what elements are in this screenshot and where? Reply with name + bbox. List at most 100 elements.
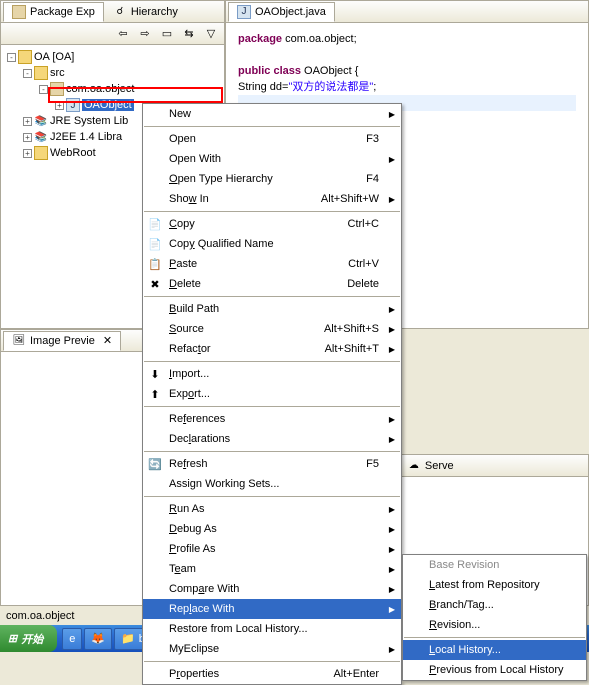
server-icon: ☁ xyxy=(407,459,421,473)
forward-button[interactable]: ⇨ xyxy=(136,25,154,43)
start-button[interactable]: ⊞ 开始 xyxy=(0,625,57,652)
menu-branch-tag[interactable]: Branch/Tag... xyxy=(403,595,586,615)
ie-icon: e xyxy=(69,633,75,645)
taskbar-item[interactable]: e xyxy=(62,628,82,650)
left-tabbar: Package Exp ☌ Hierarchy xyxy=(1,1,224,23)
paste-icon: 📋 xyxy=(147,256,163,272)
editor-tab[interactable]: J OAObject.java xyxy=(228,2,335,22)
tree-src[interactable]: - src xyxy=(3,65,222,81)
menu-copy[interactable]: 📄CopyCtrl+C xyxy=(143,214,401,234)
tree-project[interactable]: - OA [OA] xyxy=(3,49,222,65)
menu-import[interactable]: ⬇Import... xyxy=(143,364,401,384)
menu-myeclipse[interactable]: MyEclipse▶ xyxy=(143,639,401,659)
refresh-icon: 🔄 xyxy=(147,456,163,472)
close-icon[interactable]: ✕ xyxy=(103,334,112,347)
menu-export[interactable]: ⬆Export... xyxy=(143,384,401,404)
image-icon: 🖼 xyxy=(12,334,26,348)
menu-base-revision: Base Revision xyxy=(403,555,586,575)
code-line: public class OAObject { xyxy=(238,63,576,79)
menu-refresh[interactable]: 🔄RefreshF5 xyxy=(143,454,401,474)
tree-label: OAObject xyxy=(82,99,134,111)
tree-label: src xyxy=(50,67,65,79)
tab-servers[interactable]: ☁ Serve xyxy=(398,456,463,476)
package-icon xyxy=(50,82,64,96)
menu-restore-lh[interactable]: Restore from Local History... xyxy=(143,619,401,639)
folder-icon xyxy=(34,146,48,160)
menu-run-as[interactable]: Run As▶ xyxy=(143,499,401,519)
menu-compare-with[interactable]: Compare With▶ xyxy=(143,579,401,599)
src-folder-icon xyxy=(34,66,48,80)
menu-show-in[interactable]: Show InAlt+Shift+W▶ xyxy=(143,189,401,209)
menu-paste[interactable]: 📋PasteCtrl+V xyxy=(143,254,401,274)
taskbar-item[interactable]: 🦊 xyxy=(84,628,112,650)
link-button[interactable]: ⇆ xyxy=(180,25,198,43)
left-toolbar: ⇦ ⇨ ▭ ⇆ ▽ xyxy=(1,23,224,45)
menu-debug-as[interactable]: Debug As▶ xyxy=(143,519,401,539)
menu-open[interactable]: OpenF3 xyxy=(143,129,401,149)
tab-label: Serve xyxy=(425,460,454,472)
tab-label: Hierarchy xyxy=(131,6,178,18)
code-line: String dd="双方的说法都是"; xyxy=(238,79,576,95)
menu-assign-ws[interactable]: Assign Working Sets... xyxy=(143,474,401,494)
code-line xyxy=(238,47,576,63)
back-button[interactable]: ⇦ xyxy=(114,25,132,43)
menu-source[interactable]: SourceAlt+Shift+S▶ xyxy=(143,319,401,339)
library-icon: 📚 xyxy=(34,130,48,144)
java-file-icon: J xyxy=(237,5,251,19)
windows-logo-icon: ⊞ xyxy=(8,632,17,645)
tree-label: JRE System Lib xyxy=(50,115,128,127)
menu-profile-as[interactable]: Profile As▶ xyxy=(143,539,401,559)
export-icon: ⬆ xyxy=(147,386,163,402)
twisty-icon[interactable]: + xyxy=(55,101,64,110)
twisty-icon[interactable]: + xyxy=(23,149,32,158)
menu-open-with[interactable]: Open With▶ xyxy=(143,149,401,169)
menu-copy-qualified[interactable]: 📄Copy Qualified Name xyxy=(143,234,401,254)
twisty-icon[interactable]: + xyxy=(23,117,32,126)
java-file-icon: J xyxy=(66,98,80,112)
context-menu: New▶ OpenF3 Open With▶ Open Type Hierarc… xyxy=(142,103,402,685)
menu-delete[interactable]: ✖DeleteDelete xyxy=(143,274,401,294)
menu-properties[interactable]: PropertiesAlt+Enter xyxy=(143,664,401,684)
twisty-icon[interactable]: - xyxy=(23,69,32,78)
menu-prev-lh[interactable]: Previous from Local History xyxy=(403,660,586,680)
tab-label: Package Exp xyxy=(30,6,95,18)
library-icon: 📚 xyxy=(34,114,48,128)
package-icon xyxy=(12,5,26,19)
menu-new[interactable]: New▶ xyxy=(143,104,401,124)
menu-local-history[interactable]: Local History... xyxy=(403,640,586,660)
menu-build-path[interactable]: Build Path▶ xyxy=(143,299,401,319)
menu-revision[interactable]: Revision... xyxy=(403,615,586,635)
firefox-icon: 🦊 xyxy=(91,632,105,645)
twisty-icon[interactable]: + xyxy=(23,133,32,142)
tab-label: OAObject.java xyxy=(255,6,326,18)
twisty-icon[interactable]: - xyxy=(39,85,48,94)
tab-hierarchy[interactable]: ☌ Hierarchy xyxy=(104,2,187,22)
collapse-button[interactable]: ▭ xyxy=(158,25,176,43)
twisty-icon[interactable]: - xyxy=(7,53,16,62)
tree-label: J2EE 1.4 Libra xyxy=(50,131,122,143)
code-line: package com.oa.object; xyxy=(238,31,576,47)
delete-icon: ✖ xyxy=(147,276,163,292)
menu-open-type-hierarchy[interactable]: Open Type HierarchyF4 xyxy=(143,169,401,189)
menu-refactor[interactable]: RefactorAlt+Shift+T▶ xyxy=(143,339,401,359)
import-icon: ⬇ xyxy=(147,366,163,382)
hierarchy-icon: ☌ xyxy=(113,5,127,19)
menu-button[interactable]: ▽ xyxy=(202,25,220,43)
folder-icon: 📁 xyxy=(121,632,135,645)
project-icon xyxy=(18,50,32,64)
menu-declarations[interactable]: Declarations▶ xyxy=(143,429,401,449)
copy-icon: 📄 xyxy=(147,236,163,252)
menu-team[interactable]: Team▶ xyxy=(143,559,401,579)
status-text: com.oa.object xyxy=(6,610,74,622)
menu-references[interactable]: References▶ xyxy=(143,409,401,429)
tree-label: com.oa.object xyxy=(66,83,134,95)
tab-image-preview[interactable]: 🖼 Image Previe ✕ xyxy=(3,331,121,351)
tree-package[interactable]: - com.oa.object xyxy=(3,81,222,97)
tab-label: Image Previe xyxy=(30,335,95,347)
replace-with-submenu: Base Revision Latest from Repository Bra… xyxy=(402,554,587,681)
menu-replace-with[interactable]: Replace With▶ xyxy=(143,599,401,619)
tab-package-explorer[interactable]: Package Exp xyxy=(3,2,104,22)
menu-latest-repo[interactable]: Latest from Repository xyxy=(403,575,586,595)
editor-tabbar: J OAObject.java xyxy=(226,1,588,23)
tree-label: WebRoot xyxy=(50,147,96,159)
